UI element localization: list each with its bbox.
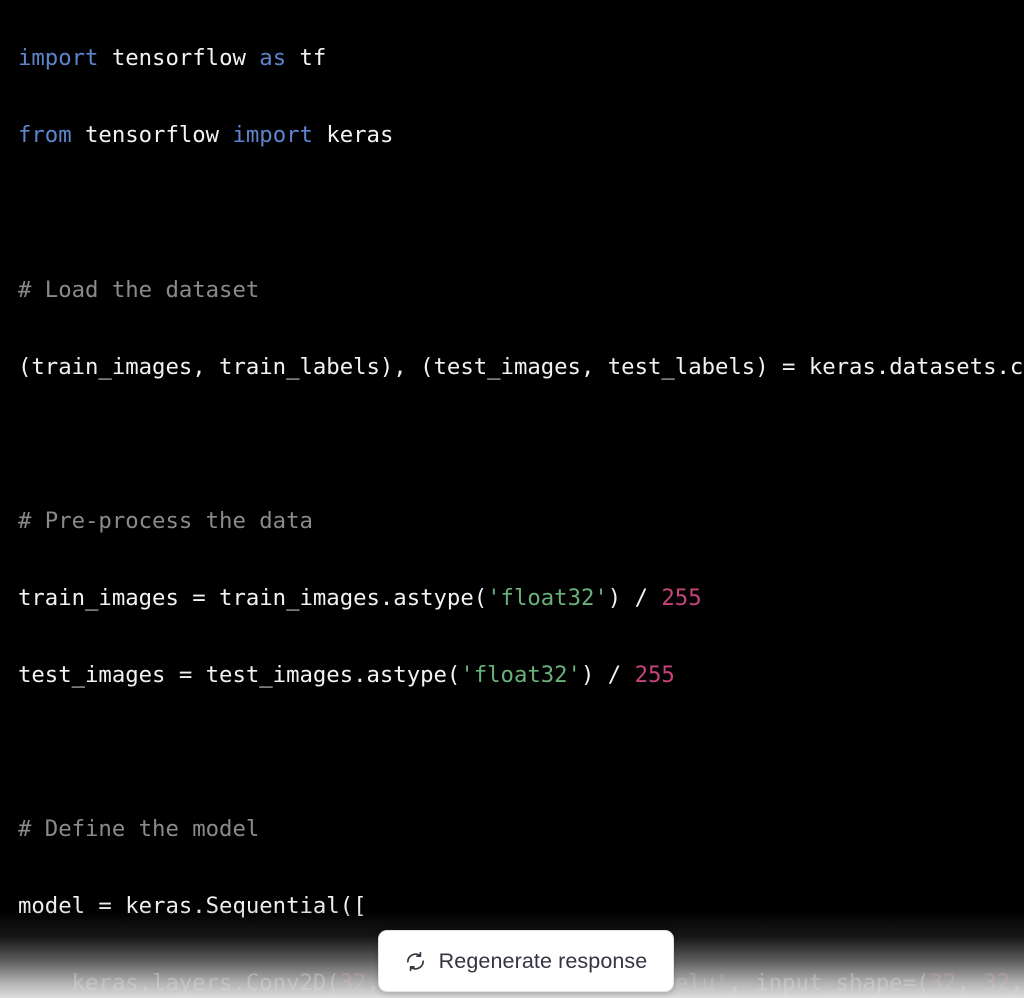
code-token-kw: import — [18, 45, 99, 72]
code-line: test_images = test_images.astype('float3… — [18, 656, 1024, 695]
code-line: train_images = train_images.astype('floa… — [18, 579, 1024, 618]
code-token-kw: from — [18, 122, 72, 149]
code-token-plain: , — [1009, 970, 1024, 997]
code-token-plain: , input_shape=( — [728, 970, 930, 997]
code-token-plain: train_images = train_images.astype( — [18, 584, 488, 611]
code-token-plain: ) / — [607, 584, 662, 611]
code-token-plain: keras — [312, 122, 394, 149]
code-token-plain: , — [956, 970, 984, 997]
code-token-num: 32 — [339, 970, 367, 997]
code-token-plain: keras.layers.Conv2D( — [18, 970, 340, 997]
code-token-plain: (train_images, train_labels), (test_imag… — [18, 353, 1024, 380]
code-token-plain: tf — [286, 45, 327, 72]
code-token-com: # Load the dataset — [18, 276, 260, 303]
code-token-plain: model = keras.Sequential([ — [18, 893, 367, 920]
code-line: (train_images, train_labels), (test_imag… — [18, 348, 1024, 387]
code-token-kw: import — [232, 122, 313, 149]
code-token-num: 32 — [929, 970, 957, 997]
code-line: # Define the model — [18, 810, 1024, 849]
python-code-block[interactable]: import tensorflow as tf from tensorflow … — [0, 22, 1024, 998]
regenerate-response-button[interactable]: Regenerate response — [378, 930, 674, 992]
code-line: model = keras.Sequential([ — [18, 887, 1024, 926]
code-line: # Pre-process the data — [18, 502, 1024, 541]
code-token-plain: tensorflow — [98, 45, 260, 72]
code-token-num: 255 — [634, 662, 675, 689]
code-token-plain: tensorflow — [71, 122, 233, 149]
code-token-com: # Define the model — [18, 816, 260, 843]
code-token-num: 32 — [983, 970, 1010, 997]
code-line: # Load the dataset — [18, 271, 1024, 310]
code-token-str: 'float32' — [487, 584, 608, 611]
chat-code-response-screen: import tensorflow as tf from tensorflow … — [0, 0, 1024, 998]
code-token-kw: as — [259, 45, 287, 72]
code-token-com: # Pre-process the data — [18, 507, 313, 534]
code-token-str: 'float32' — [460, 662, 581, 689]
refresh-icon — [405, 951, 426, 972]
code-token-plain: test_images = test_images.astype( — [18, 662, 461, 689]
code-line: from tensorflow import keras — [18, 116, 1024, 155]
code-token-plain: ) / — [580, 662, 635, 689]
regenerate-response-label: Regenerate response — [438, 948, 648, 973]
code-token-num: 255 — [661, 584, 702, 611]
code-line: import tensorflow as tf — [18, 39, 1024, 78]
